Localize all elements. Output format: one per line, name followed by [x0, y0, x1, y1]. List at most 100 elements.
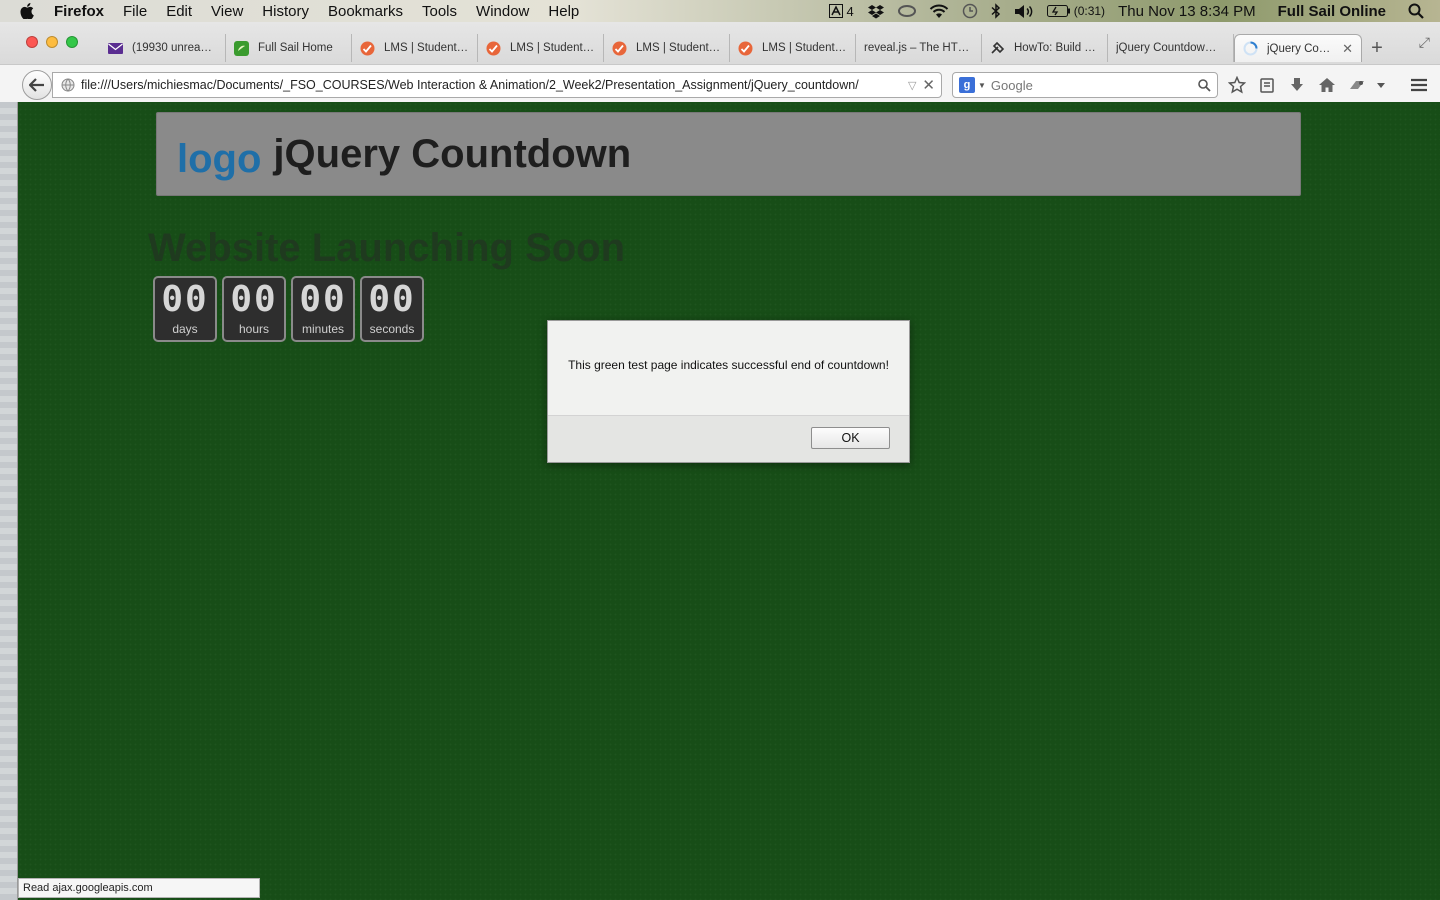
countdown-seconds-label: seconds: [369, 322, 415, 336]
tab-label: Full Sail Home: [258, 42, 333, 54]
menu-edit[interactable]: Edit: [166, 3, 192, 20]
tab-lms-1[interactable]: LMS | Student…: [352, 34, 478, 62]
menu-window[interactable]: Window: [476, 3, 529, 20]
menu-help[interactable]: Help: [548, 3, 579, 20]
countdown-days-value: 00: [161, 279, 209, 320]
tab-label: LMS | Student…: [762, 42, 847, 54]
menu-file[interactable]: File: [123, 3, 147, 20]
back-button[interactable]: [22, 70, 52, 100]
engine-dropdown-icon[interactable]: ▼: [978, 81, 986, 90]
url-text[interactable]: file:///Users/michiesmac/Documents/_FSO_…: [81, 78, 902, 92]
tab-mail[interactable]: (19930 unrea…: [100, 34, 226, 62]
volume-icon[interactable]: [1014, 4, 1034, 19]
adobe-count: 4: [846, 3, 854, 19]
battery-time: (0:31): [1073, 4, 1106, 18]
lms-icon: [360, 41, 375, 56]
tab-label: HowTo: Build …: [1014, 42, 1096, 54]
alert-ok-button[interactable]: OK: [811, 427, 890, 449]
back-arrow-icon: [29, 78, 44, 92]
dropbox-icon[interactable]: [867, 4, 885, 19]
menu-bookmarks[interactable]: Bookmarks: [328, 3, 403, 20]
window-controls: [26, 36, 86, 48]
bookmarks-menu-icon[interactable]: [1256, 74, 1278, 96]
hamburger-menu-icon: [1411, 78, 1427, 92]
site-title: jQuery Countdown: [273, 131, 632, 176]
tools-icon: [990, 41, 1005, 56]
minimize-window-button[interactable]: [46, 36, 58, 48]
bluetooth-icon[interactable]: [991, 3, 1001, 19]
search-icon[interactable]: [1198, 78, 1211, 92]
countdown-hours: 00 hours: [222, 276, 286, 342]
tab-label: LMS | Student…: [636, 42, 721, 54]
tab-label: (19930 unrea…: [132, 42, 212, 54]
tab-full-sail-home[interactable]: Full Sail Home: [226, 34, 352, 62]
countdown-hours-value: 00: [230, 279, 278, 320]
countdown-minutes-value: 00: [299, 279, 347, 320]
downloads-icon[interactable]: [1286, 74, 1308, 96]
status-bar: Read ajax.googleapis.com: [18, 878, 260, 898]
alert-dialog: This green test page indicates successfu…: [547, 320, 910, 463]
countdown-days: 00 days: [153, 276, 217, 342]
loading-spinner-icon: [1243, 41, 1258, 56]
tab-active-jquery[interactable]: jQuery Co… ✕: [1234, 34, 1362, 62]
tab-lms-4[interactable]: LMS | Student…: [730, 34, 856, 62]
countdown-minutes-label: minutes: [301, 322, 345, 336]
tab-reveal-js[interactable]: reveal.js – The HT…: [856, 34, 982, 62]
zoom-window-button[interactable]: [66, 36, 78, 48]
addon-icon[interactable]: [1346, 74, 1368, 96]
countdown-seconds: 00 seconds: [360, 276, 424, 342]
browser-chrome: (19930 unrea… Full Sail Home LMS | Stude…: [0, 22, 1440, 102]
creative-cloud-icon[interactable]: [897, 5, 916, 17]
site-logo[interactable]: logo: [177, 137, 261, 182]
search-input[interactable]: Google: [991, 78, 1198, 93]
toolbar-icons: [1226, 74, 1394, 96]
alert-message: This green test page indicates successfu…: [568, 358, 889, 372]
url-history-dropdown-icon[interactable]: ▽: [908, 79, 916, 92]
menu-clock[interactable]: Thu Nov 13 8:34 PM: [1118, 3, 1256, 20]
tab-label: reveal.js – The HT…: [864, 42, 970, 54]
new-tab-button[interactable]: +: [1362, 34, 1392, 62]
alert-footer: OK: [548, 415, 909, 462]
url-bar[interactable]: file:///Users/michiesmac/Documents/_FSO_…: [52, 72, 942, 98]
bookmark-star-icon[interactable]: [1226, 74, 1248, 96]
site-header: logo jQuery Countdown: [156, 112, 1301, 196]
tab-label: jQuery Co…: [1267, 42, 1331, 55]
tab-label: jQuery Countdow…: [1116, 42, 1217, 54]
tab-howto[interactable]: HowTo: Build …: [982, 34, 1108, 62]
countdown-timer: 00 days 00 hours 00 minutes 00 seconds: [153, 276, 429, 342]
tab-strip: (19930 unrea… Full Sail Home LMS | Stude…: [100, 34, 1392, 62]
time-machine-icon[interactable]: [962, 3, 978, 19]
countdown-days-label: days: [172, 322, 198, 336]
google-engine-icon[interactable]: g: [959, 77, 975, 93]
adobe-icon[interactable]: 4: [829, 3, 854, 19]
left-desktop-strip: [0, 102, 18, 900]
wifi-icon[interactable]: [929, 4, 949, 19]
home-icon[interactable]: [1316, 74, 1338, 96]
addon-dropdown-icon[interactable]: [1376, 74, 1386, 96]
menu-user-name[interactable]: Full Sail Online: [1278, 3, 1386, 20]
tab-label: LMS | Student…: [510, 42, 595, 54]
menu-tools[interactable]: Tools: [422, 3, 457, 20]
navigation-bar: file:///Users/michiesmac/Documents/_FSO_…: [0, 64, 1440, 102]
menu-history[interactable]: History: [262, 3, 309, 20]
tab-label: LMS | Student…: [384, 42, 469, 54]
launch-heading: Website Launching Soon: [148, 226, 626, 270]
countdown-minutes: 00 minutes: [291, 276, 355, 342]
close-window-button[interactable]: [26, 36, 38, 48]
mac-menu-bar: Firefox File Edit View History Bookmarks…: [0, 0, 1440, 22]
tab-lms-2[interactable]: LMS | Student…: [478, 34, 604, 62]
battery-icon[interactable]: (0:31): [1046, 4, 1106, 18]
lms-icon: [486, 41, 501, 56]
spotlight-search-icon[interactable]: [1408, 3, 1424, 19]
tab-lms-3[interactable]: LMS | Student…: [604, 34, 730, 62]
mail-icon: [108, 41, 123, 56]
menu-app-firefox[interactable]: Firefox: [54, 3, 104, 20]
tab-jquery-countdown[interactable]: jQuery Countdow…: [1108, 34, 1234, 62]
close-tab-icon[interactable]: ✕: [1342, 41, 1353, 57]
apple-menu-icon[interactable]: [18, 2, 36, 20]
fullscreen-icon[interactable]: ⤢: [1419, 34, 1430, 51]
menu-view[interactable]: View: [211, 3, 243, 20]
search-bar[interactable]: g ▼ Google: [952, 72, 1218, 98]
hamburger-menu-button[interactable]: [1408, 74, 1430, 96]
stop-icon[interactable]: ✕: [922, 76, 935, 94]
